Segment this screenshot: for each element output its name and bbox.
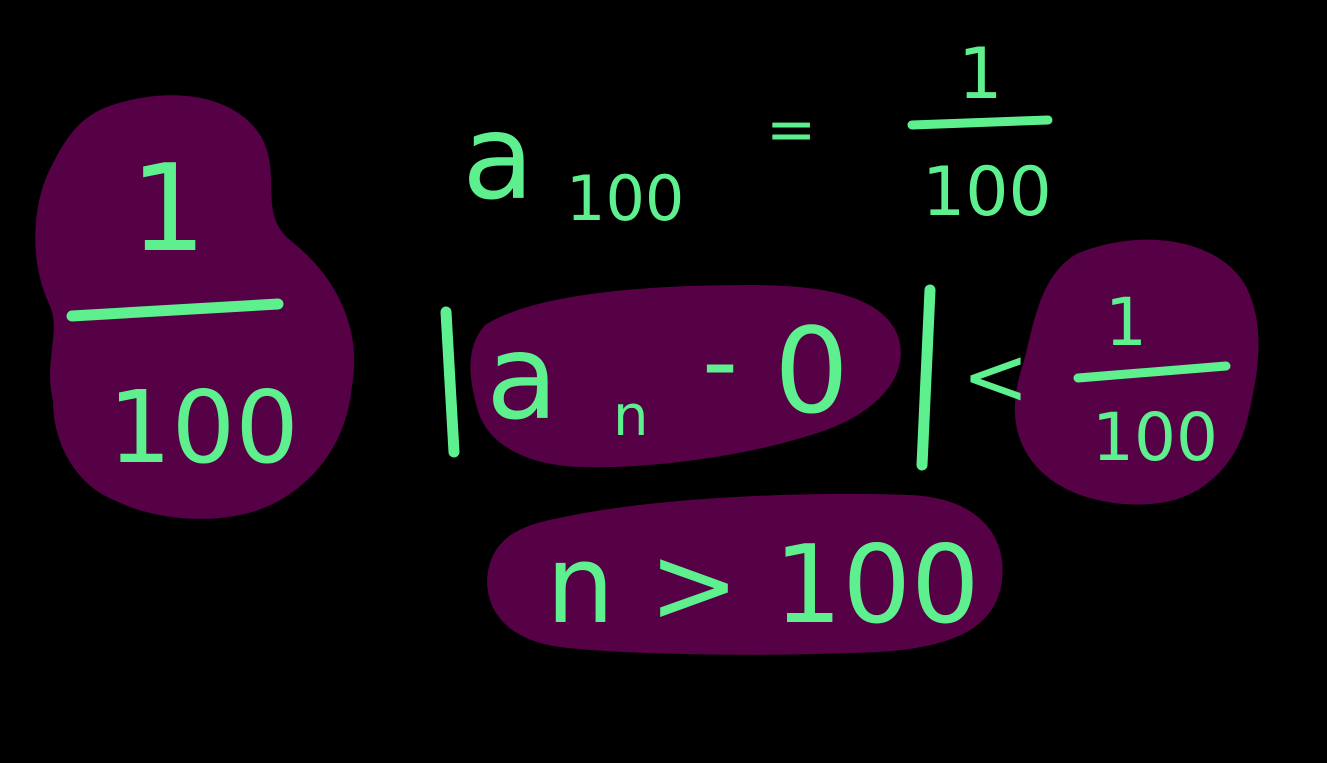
abs-letter: a	[486, 308, 558, 446]
a100-letter: a	[462, 88, 534, 226]
equals-sign: =	[766, 95, 816, 165]
less-than-sign: <	[962, 330, 1029, 423]
abs-bar-left	[440, 306, 460, 458]
left-fraction-denominator: 100	[108, 369, 299, 486]
condition-text: n > 100	[546, 523, 980, 648]
equation-a100: a 100 = 1 100	[462, 33, 1053, 235]
right-fraction-numerator: 1	[1105, 284, 1147, 361]
condition-statement: n > 100	[546, 523, 980, 648]
a100-subscript: 100	[566, 162, 684, 235]
a100-fraction-numerator: 1	[958, 33, 1003, 115]
abs-bar-right	[916, 284, 936, 471]
left-fraction-numerator: 1	[130, 140, 206, 279]
abs-zero: 0	[774, 302, 849, 440]
whiteboard-canvas: a 100 = 1 100 1 100 a n - 0 < 1 100 n > …	[0, 0, 1327, 763]
a100-fraction-denominator: 100	[922, 153, 1052, 232]
abs-minus: -	[702, 303, 738, 420]
a100-fraction-bar	[907, 115, 1053, 130]
abs-subscript: n	[613, 384, 649, 449]
handwritten-math-drawing: a 100 = 1 100 1 100 a n - 0 < 1 100 n > …	[35, 33, 1259, 655]
right-fraction-denominator: 100	[1092, 399, 1218, 476]
